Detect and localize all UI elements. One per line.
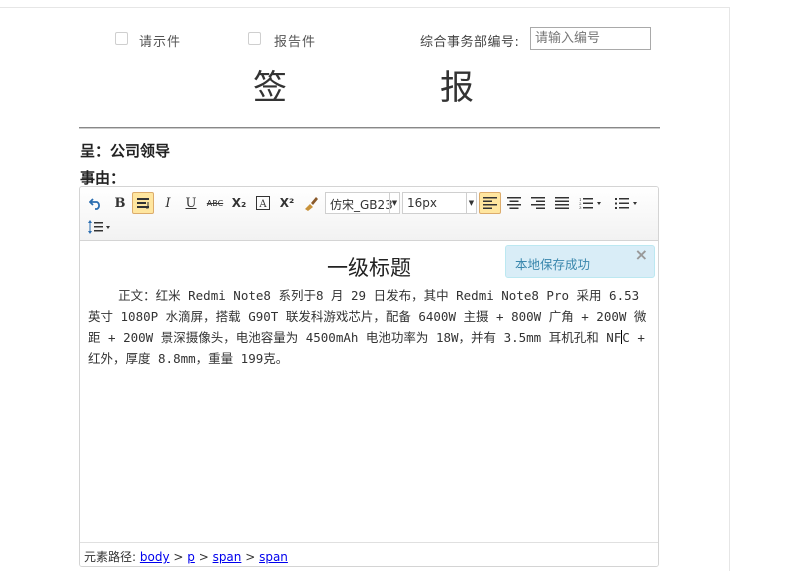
toast-message: 本地保存成功	[515, 257, 591, 272]
align-right-icon	[531, 197, 545, 209]
font-border-button[interactable]: A	[252, 192, 274, 214]
font-family-select[interactable]: 仿宋_GB23 ▼	[325, 192, 400, 214]
header-row: 请示件 报告件 综合事务部编号:	[0, 27, 730, 53]
save-success-toast: 本地保存成功 ×	[505, 245, 655, 278]
highlight-icon	[137, 198, 149, 209]
report-doc-label: 报告件	[274, 35, 317, 50]
align-center-icon	[507, 197, 521, 209]
paragraph-text: 正文：红米 Redmi Note8 系列于8 月 29 日发布，其中 Redmi…	[88, 288, 647, 345]
close-icon[interactable]: ×	[635, 246, 648, 264]
path-link-body[interactable]: body	[140, 550, 170, 564]
content-paragraph: 正文：红米 Redmi Note8 系列于8 月 29 日发布，其中 Redmi…	[88, 285, 648, 369]
path-link-p[interactable]: p	[187, 550, 195, 564]
report-doc-checkbox[interactable]	[248, 32, 261, 45]
unordered-list-icon	[615, 198, 637, 209]
path-separator: >	[241, 550, 260, 564]
unordered-list-button[interactable]	[612, 192, 642, 214]
undo-button[interactable]	[85, 192, 107, 214]
underline-button[interactable]: U	[180, 192, 202, 214]
format-painter-icon	[305, 197, 318, 211]
strikethrough-button[interactable]: ABC	[204, 192, 226, 214]
line-height-button[interactable]	[85, 216, 115, 238]
page-title-char-1: 签	[253, 68, 287, 108]
path-separator: >	[169, 550, 188, 564]
rich-text-editor: B I U ABC X₂ A X² 仿宋_GB23 ▼ 16px ▼ 1 2 3…	[79, 186, 659, 567]
italic-button[interactable]: I	[157, 192, 179, 214]
editor-toolbar: B I U ABC X₂ A X² 仿宋_GB23 ▼ 16px ▼ 1 2 3	[80, 187, 658, 241]
align-center-button[interactable]	[503, 192, 525, 214]
subscript-button[interactable]: X₂	[228, 192, 250, 214]
chevron-down-icon: ▼	[389, 193, 399, 213]
path-link-span[interactable]: span	[213, 550, 242, 564]
align-left-button[interactable]	[479, 192, 501, 214]
font-family-value: 仿宋_GB23	[330, 198, 393, 212]
recipient-line: 呈：公司领导	[80, 142, 171, 160]
request-doc-label: 请示件	[139, 35, 182, 50]
font-size-select[interactable]: 16px ▼	[402, 192, 477, 214]
dept-number-label: 综合事务部编号:	[420, 35, 520, 50]
ordered-list-button[interactable]: 1 2 3	[576, 192, 606, 214]
chevron-down-icon: ▼	[466, 193, 476, 213]
font-size-value: 16px	[407, 196, 437, 210]
justify-icon	[555, 197, 569, 209]
svg-text:A: A	[258, 199, 267, 210]
superscript-button[interactable]: X²	[276, 192, 298, 214]
svg-text:3: 3	[579, 205, 582, 209]
element-path-bar: 元素路径: body > p > span > span	[80, 542, 658, 566]
bold-button[interactable]: B	[109, 192, 131, 214]
reason-label: 事由：	[80, 169, 126, 187]
line-height-icon	[88, 220, 110, 234]
dept-number-input[interactable]	[530, 27, 651, 50]
editor-content-area[interactable]: 一级标题 正文：红米 Redmi Note8 系列于8 月 29 日发布，其中 …	[80, 242, 658, 542]
page-title-char-2: 报	[440, 68, 474, 108]
request-doc-checkbox[interactable]	[115, 32, 128, 45]
justify-button[interactable]	[551, 192, 573, 214]
title-divider	[79, 127, 660, 129]
undo-icon	[89, 198, 100, 210]
font-border-icon: A	[256, 196, 270, 210]
path-separator: >	[194, 550, 213, 564]
align-right-button[interactable]	[527, 192, 549, 214]
ordered-list-icon: 1 2 3	[579, 197, 601, 209]
align-left-icon	[483, 197, 497, 209]
highlight-button[interactable]	[132, 192, 154, 214]
element-path-label: 元素路径:	[84, 550, 137, 564]
path-link-span-inner[interactable]: span	[259, 550, 288, 564]
format-painter-button[interactable]	[300, 192, 322, 214]
